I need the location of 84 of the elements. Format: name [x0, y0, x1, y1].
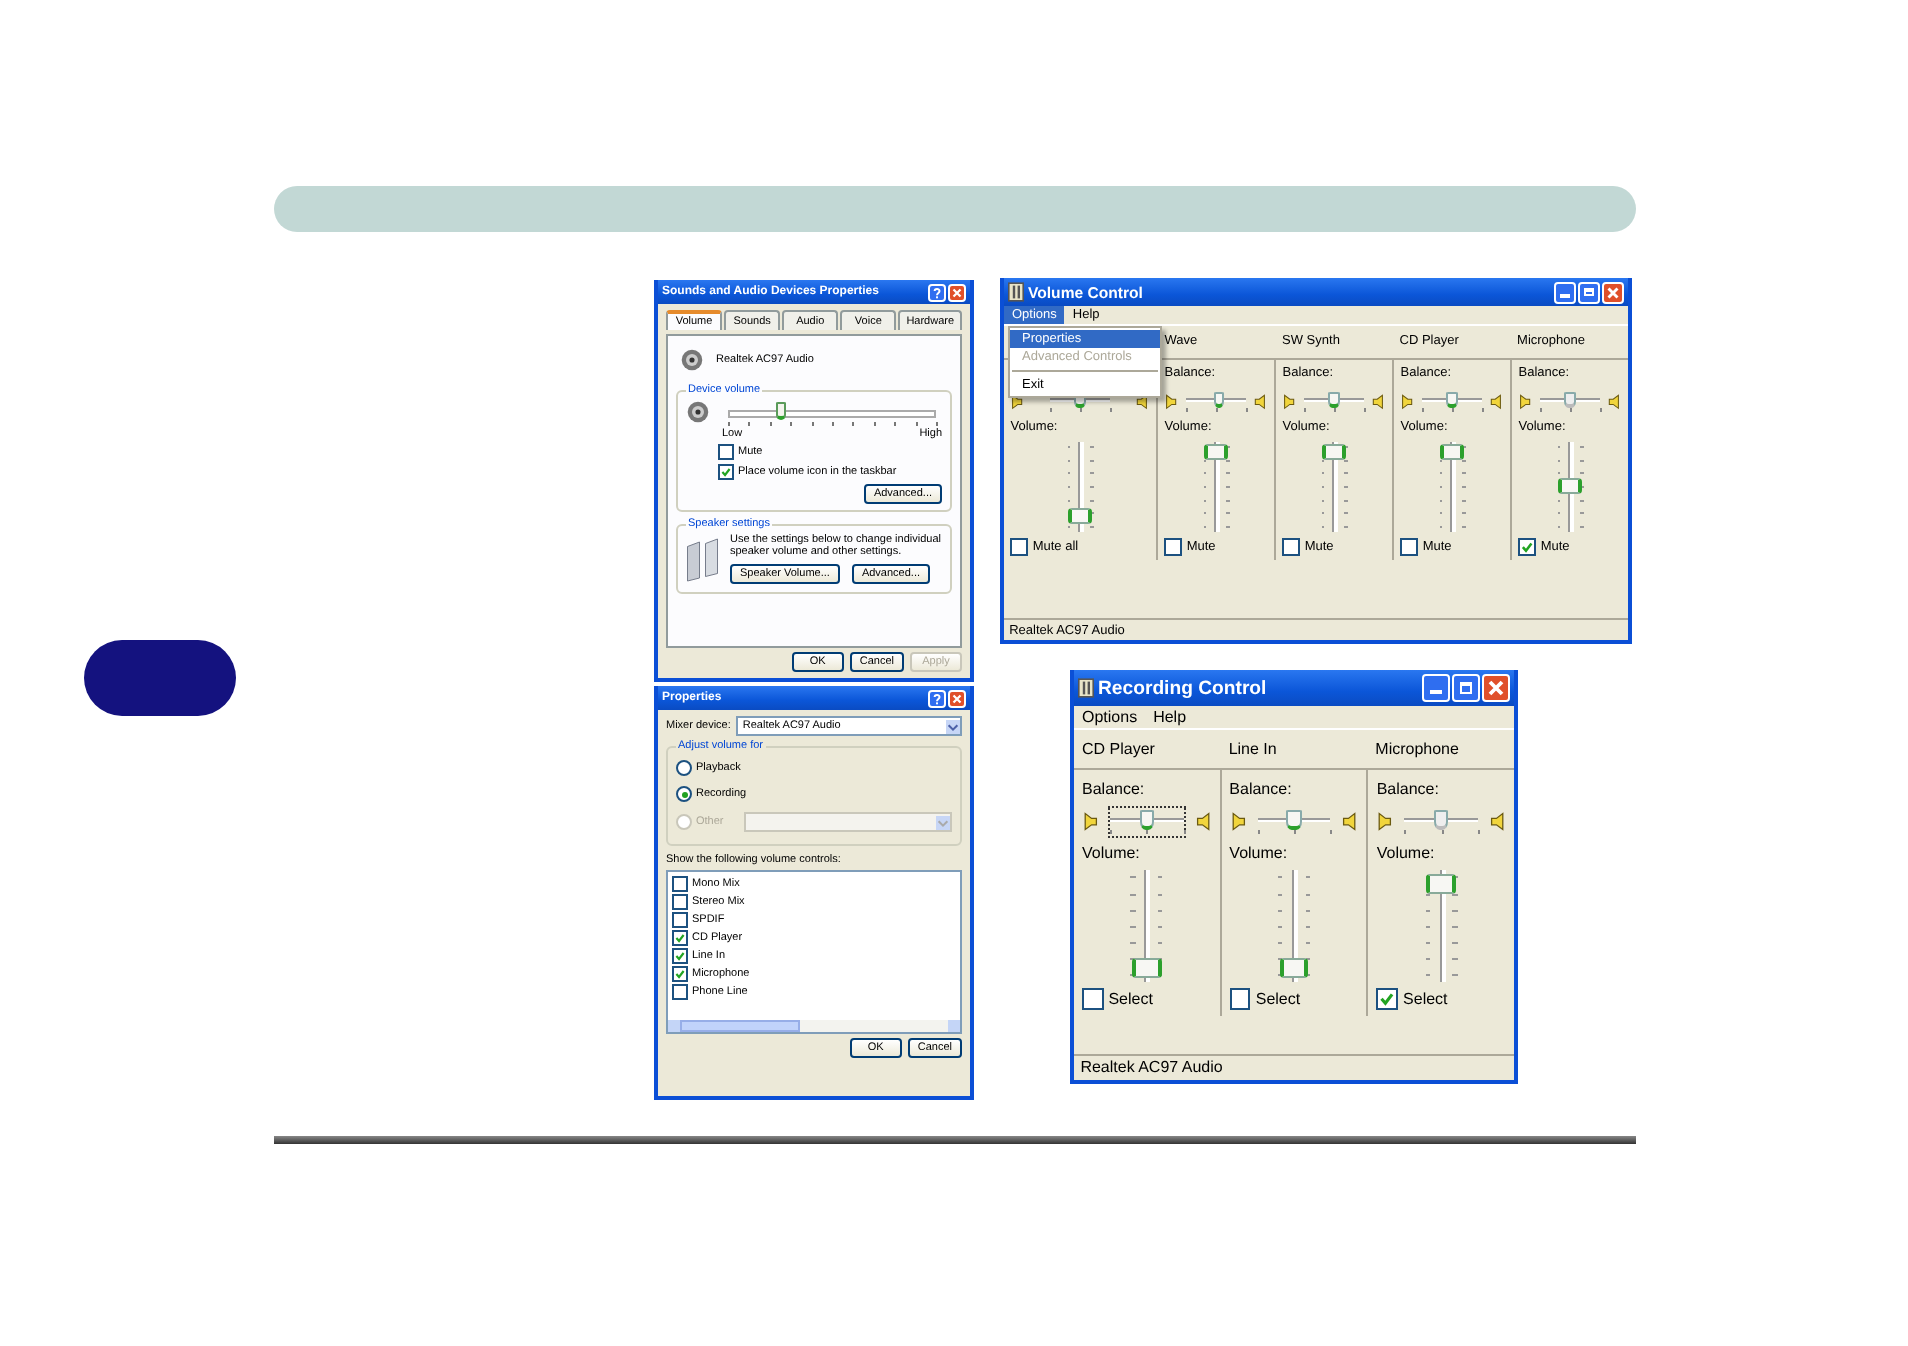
slider-thumb[interactable]: [1204, 444, 1228, 461]
radio-button[interactable]: [676, 760, 692, 776]
checkbox[interactable]: [672, 876, 688, 892]
help-icon: [930, 285, 944, 299]
speaker-icon: [680, 348, 704, 372]
menu-item[interactable]: Help: [1145, 706, 1195, 728]
balance-slider[interactable]: [1184, 387, 1248, 416]
balance-slider[interactable]: [1302, 387, 1366, 416]
close-button[interactable]: [1482, 674, 1510, 702]
slider-thumb[interactable]: [1328, 391, 1340, 408]
checkbox-label: Select: [1255, 990, 1301, 1009]
volume-label: Volume:: [1229, 844, 1290, 864]
balance-slider[interactable]: [1255, 805, 1333, 839]
volume-slider[interactable]: [728, 400, 936, 428]
close-icon: [950, 285, 964, 299]
checkbox[interactable]: [1376, 988, 1399, 1011]
checkbox[interactable]: [718, 464, 734, 480]
help-button[interactable]: [928, 689, 946, 707]
slider-thumb[interactable]: [1558, 478, 1582, 495]
slider-thumb[interactable]: [1426, 874, 1456, 895]
balance-label: Balance:: [1376, 779, 1441, 800]
speaker-icon: [1010, 393, 1024, 410]
checkbox[interactable]: [672, 930, 688, 946]
checkbox[interactable]: [672, 948, 688, 964]
help-button[interactable]: [928, 283, 946, 301]
balance-slider[interactable]: [1420, 387, 1484, 416]
checkbox[interactable]: [672, 894, 688, 910]
minimize-button[interactable]: [1554, 281, 1576, 303]
mixer-icon: [1078, 678, 1094, 698]
speaker-icon: [1608, 393, 1622, 410]
checkbox[interactable]: [1282, 537, 1301, 556]
checkbox[interactable]: [1229, 988, 1251, 1011]
slider-thumb[interactable]: [1440, 444, 1464, 461]
checkbox-label: Select: [1108, 990, 1153, 1009]
status-bar: Realtek AC97 Audio: [1074, 1053, 1514, 1080]
checkbox[interactable]: [1082, 988, 1104, 1011]
slider-thumb[interactable]: [1213, 391, 1225, 408]
checkbox[interactable]: [1518, 537, 1537, 556]
channel-name: Line In: [1228, 739, 1279, 759]
volume-label: Volume:: [1082, 844, 1142, 864]
radio-button[interactable]: [676, 786, 692, 802]
checkbox[interactable]: [672, 912, 688, 928]
slider-thumb[interactable]: [1286, 809, 1302, 830]
balance-slider[interactable]: [1538, 387, 1602, 416]
balance-label: Balance:: [1082, 779, 1147, 800]
speaker-icon: [686, 400, 710, 424]
balance-slider[interactable]: [1107, 805, 1186, 839]
dropdown-arrow-icon[interactable]: [946, 719, 960, 733]
checkbox[interactable]: [1010, 537, 1029, 556]
close-button[interactable]: [948, 689, 966, 707]
checkbox-label: Select: [1403, 990, 1448, 1009]
slider-thumb[interactable]: [775, 402, 785, 420]
close-icon: [950, 691, 964, 705]
slider-thumb[interactable]: [1139, 809, 1154, 830]
maximize-button[interactable]: [1578, 281, 1600, 303]
checkbox[interactable]: [672, 984, 688, 1000]
slider-thumb[interactable]: [1068, 508, 1092, 525]
checkbox[interactable]: [718, 444, 734, 460]
checkbox[interactable]: [1164, 537, 1183, 556]
close-icon: [1604, 283, 1622, 301]
maximize-button[interactable]: [1452, 674, 1480, 702]
channel-name: Microphone: [1375, 739, 1461, 759]
slider-thumb[interactable]: [1322, 444, 1346, 461]
speaker-pair-drawing: [686, 534, 722, 586]
menu-item[interactable]: Options: [1074, 706, 1146, 728]
minimize-button[interactable]: [1422, 674, 1450, 702]
speaker-icon: [1490, 812, 1507, 832]
slider-thumb[interactable]: [1132, 958, 1162, 978]
help-icon: [930, 691, 944, 705]
checkbox[interactable]: [672, 966, 688, 982]
close-button[interactable]: [1602, 281, 1624, 303]
horizontal-scrollbar[interactable]: [668, 1020, 960, 1032]
close-icon: [1484, 676, 1508, 700]
dropdown-field[interactable]: [743, 812, 952, 832]
volume-label: Volume:: [1376, 844, 1437, 864]
balance-label: Balance:: [1229, 779, 1294, 800]
checkbox[interactable]: [1400, 537, 1419, 556]
speaker-icon: [1082, 812, 1098, 832]
slider-thumb[interactable]: [1279, 958, 1309, 978]
mixer-icon: [1008, 282, 1024, 302]
channel-name: CD Player: [1082, 739, 1157, 759]
slider-thumb[interactable]: [1446, 391, 1458, 408]
close-button[interactable]: [948, 283, 966, 301]
window-title: Recording Control: [1098, 677, 1269, 699]
